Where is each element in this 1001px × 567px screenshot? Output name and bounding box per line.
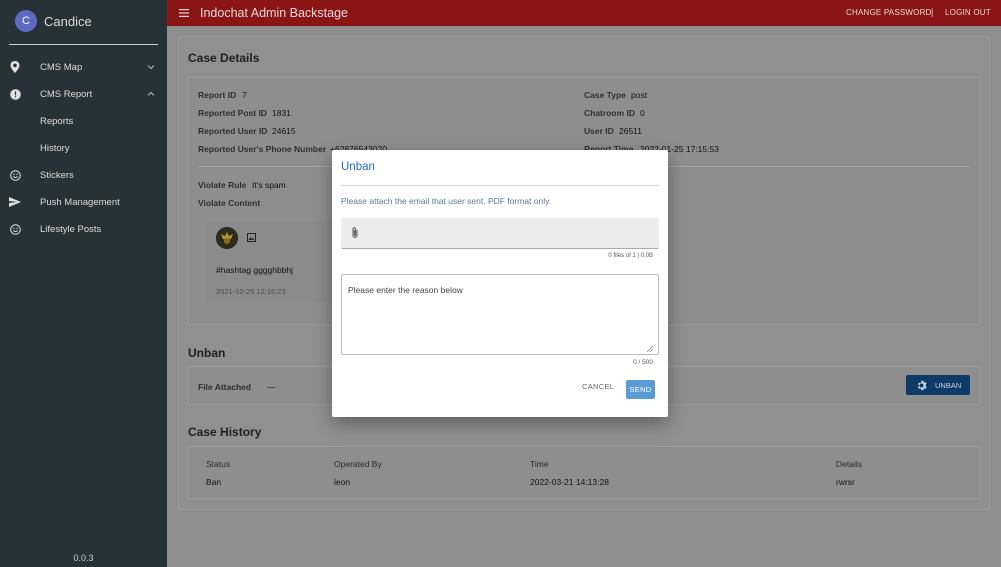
case-type-label: Case Type bbox=[584, 90, 626, 100]
sidebar-item-history[interactable]: History bbox=[0, 137, 167, 159]
case-details-title: Case Details bbox=[188, 51, 260, 65]
char-counter: 0 / 500 bbox=[633, 359, 653, 366]
dialog-title: Unban bbox=[341, 161, 375, 173]
unban-button-label: UNBAN bbox=[935, 380, 962, 390]
violate-rule-value: It's spam bbox=[252, 180, 286, 190]
app-title: Indochat Admin Backstage bbox=[200, 6, 349, 20]
dialog-divider bbox=[341, 185, 659, 186]
file-upload-input[interactable] bbox=[341, 218, 659, 249]
sidebar-item-label: CMS Map bbox=[40, 61, 83, 73]
user-id-label: User ID bbox=[584, 126, 614, 136]
top-app-bar: Indochat Admin Backstage CHANGE PASSWORD… bbox=[167, 0, 1001, 26]
reported-post-id-value: 1831 bbox=[272, 108, 291, 118]
cancel-button[interactable]: CANCEL bbox=[582, 382, 614, 391]
send-icon bbox=[9, 196, 21, 208]
sidebar-user[interactable]: C Candice bbox=[0, 0, 167, 42]
reported-user-id-value: 24615 bbox=[272, 126, 296, 136]
sidebar-item-label: History bbox=[40, 142, 70, 154]
file-attached-label: File Attached bbox=[198, 382, 252, 392]
sidebar-item-cms-map[interactable]: CMS Map bbox=[0, 56, 167, 78]
report-id-value: 7 bbox=[242, 90, 247, 100]
reported-post-id-label: Reported Post ID bbox=[198, 108, 267, 118]
unban-button[interactable]: UNBAN bbox=[906, 375, 970, 395]
smiley-icon bbox=[9, 169, 21, 181]
topbar-separator: | bbox=[931, 7, 934, 17]
menu-icon[interactable] bbox=[179, 8, 189, 18]
unban-dialog: Unban Please attach the email that user … bbox=[332, 150, 668, 417]
logout-link[interactable]: LOGIN OUT bbox=[945, 8, 991, 17]
sidebar-item-label: Reports bbox=[40, 115, 74, 127]
violate-post-card: #hashtag gggghbbhj 2021-10-25 12:16:23 bbox=[206, 221, 336, 302]
alert-circle-icon bbox=[9, 88, 21, 100]
image-icon bbox=[247, 233, 256, 242]
violate-rule-label: Violate Rule bbox=[198, 180, 247, 190]
chatroom-id-value: 0 bbox=[640, 108, 645, 118]
history-header-status: Status bbox=[206, 459, 231, 469]
sidebar-item-label: Stickers bbox=[40, 169, 74, 181]
chatroom-id-label: Chatroom ID bbox=[584, 108, 635, 118]
reported-user-id-label: Reported User ID bbox=[198, 126, 268, 136]
gear-icon bbox=[917, 380, 927, 390]
history-cell-status: Ban bbox=[206, 477, 222, 487]
history-cell-operated-by: leon bbox=[334, 477, 351, 487]
dialog-instruction: Please attach the email that user sent. … bbox=[341, 196, 552, 206]
paperclip-icon[interactable] bbox=[349, 226, 361, 240]
case-history-card bbox=[188, 446, 980, 499]
reason-textarea[interactable]: Please enter the reason below bbox=[341, 274, 659, 355]
case-history-title: Case History bbox=[188, 425, 262, 439]
history-header-operated-by: Operated By bbox=[334, 459, 382, 469]
avatar: C bbox=[15, 10, 37, 32]
app-version: 0.0.3 bbox=[73, 553, 94, 563]
smiley-icon bbox=[9, 223, 21, 235]
sidebar-item-label: Lifestyle Posts bbox=[40, 223, 102, 235]
report-id-label: Report ID bbox=[198, 90, 237, 100]
file-attached-value: — bbox=[267, 382, 276, 392]
history-header-time: Time bbox=[530, 459, 549, 469]
resize-handle-icon[interactable] bbox=[647, 346, 653, 352]
history-header-details: Details bbox=[836, 459, 862, 469]
chevron-down-icon bbox=[147, 65, 155, 70]
sidebar: C Candice CMS Map CMS Report Reports His… bbox=[0, 0, 167, 567]
history-cell-time: 2022-03-21 14:13:28 bbox=[530, 477, 609, 487]
user-id-value: 26511 bbox=[619, 126, 643, 136]
sidebar-item-lifestyle-posts[interactable]: Lifestyle Posts bbox=[0, 218, 167, 240]
reason-placeholder: Please enter the reason below bbox=[348, 285, 463, 295]
sidebar-item-cms-report[interactable]: CMS Report bbox=[0, 83, 167, 105]
post-time: 2021-10-25 12:16:23 bbox=[216, 287, 286, 296]
unban-section-title: Unban bbox=[188, 346, 226, 360]
file-counter: 0 files of 1 | 0.0B bbox=[608, 253, 653, 259]
sidebar-divider bbox=[9, 44, 158, 45]
sidebar-item-label: CMS Report bbox=[40, 88, 93, 100]
sidebar-item-reports[interactable]: Reports bbox=[0, 110, 167, 132]
chevron-up-icon bbox=[147, 91, 155, 96]
violate-content-label: Violate Content bbox=[198, 198, 261, 208]
case-type-value: post bbox=[631, 90, 648, 100]
phone-number-label: Reported User's Phone Number bbox=[198, 144, 327, 154]
send-button[interactable]: SEND bbox=[626, 380, 655, 399]
sidebar-item-push-management[interactable]: Push Management bbox=[0, 191, 167, 213]
sidebar-item-stickers[interactable]: Stickers bbox=[0, 164, 167, 186]
map-pin-icon bbox=[9, 61, 21, 73]
post-text: #hashtag gggghbbhj bbox=[216, 265, 294, 275]
post-avatar bbox=[216, 227, 238, 249]
change-password-link[interactable]: CHANGE PASSWORD bbox=[846, 8, 932, 17]
history-cell-details: rwrsr bbox=[836, 477, 855, 487]
user-name: Candice bbox=[44, 13, 92, 29]
sidebar-item-label: Push Management bbox=[40, 196, 120, 208]
